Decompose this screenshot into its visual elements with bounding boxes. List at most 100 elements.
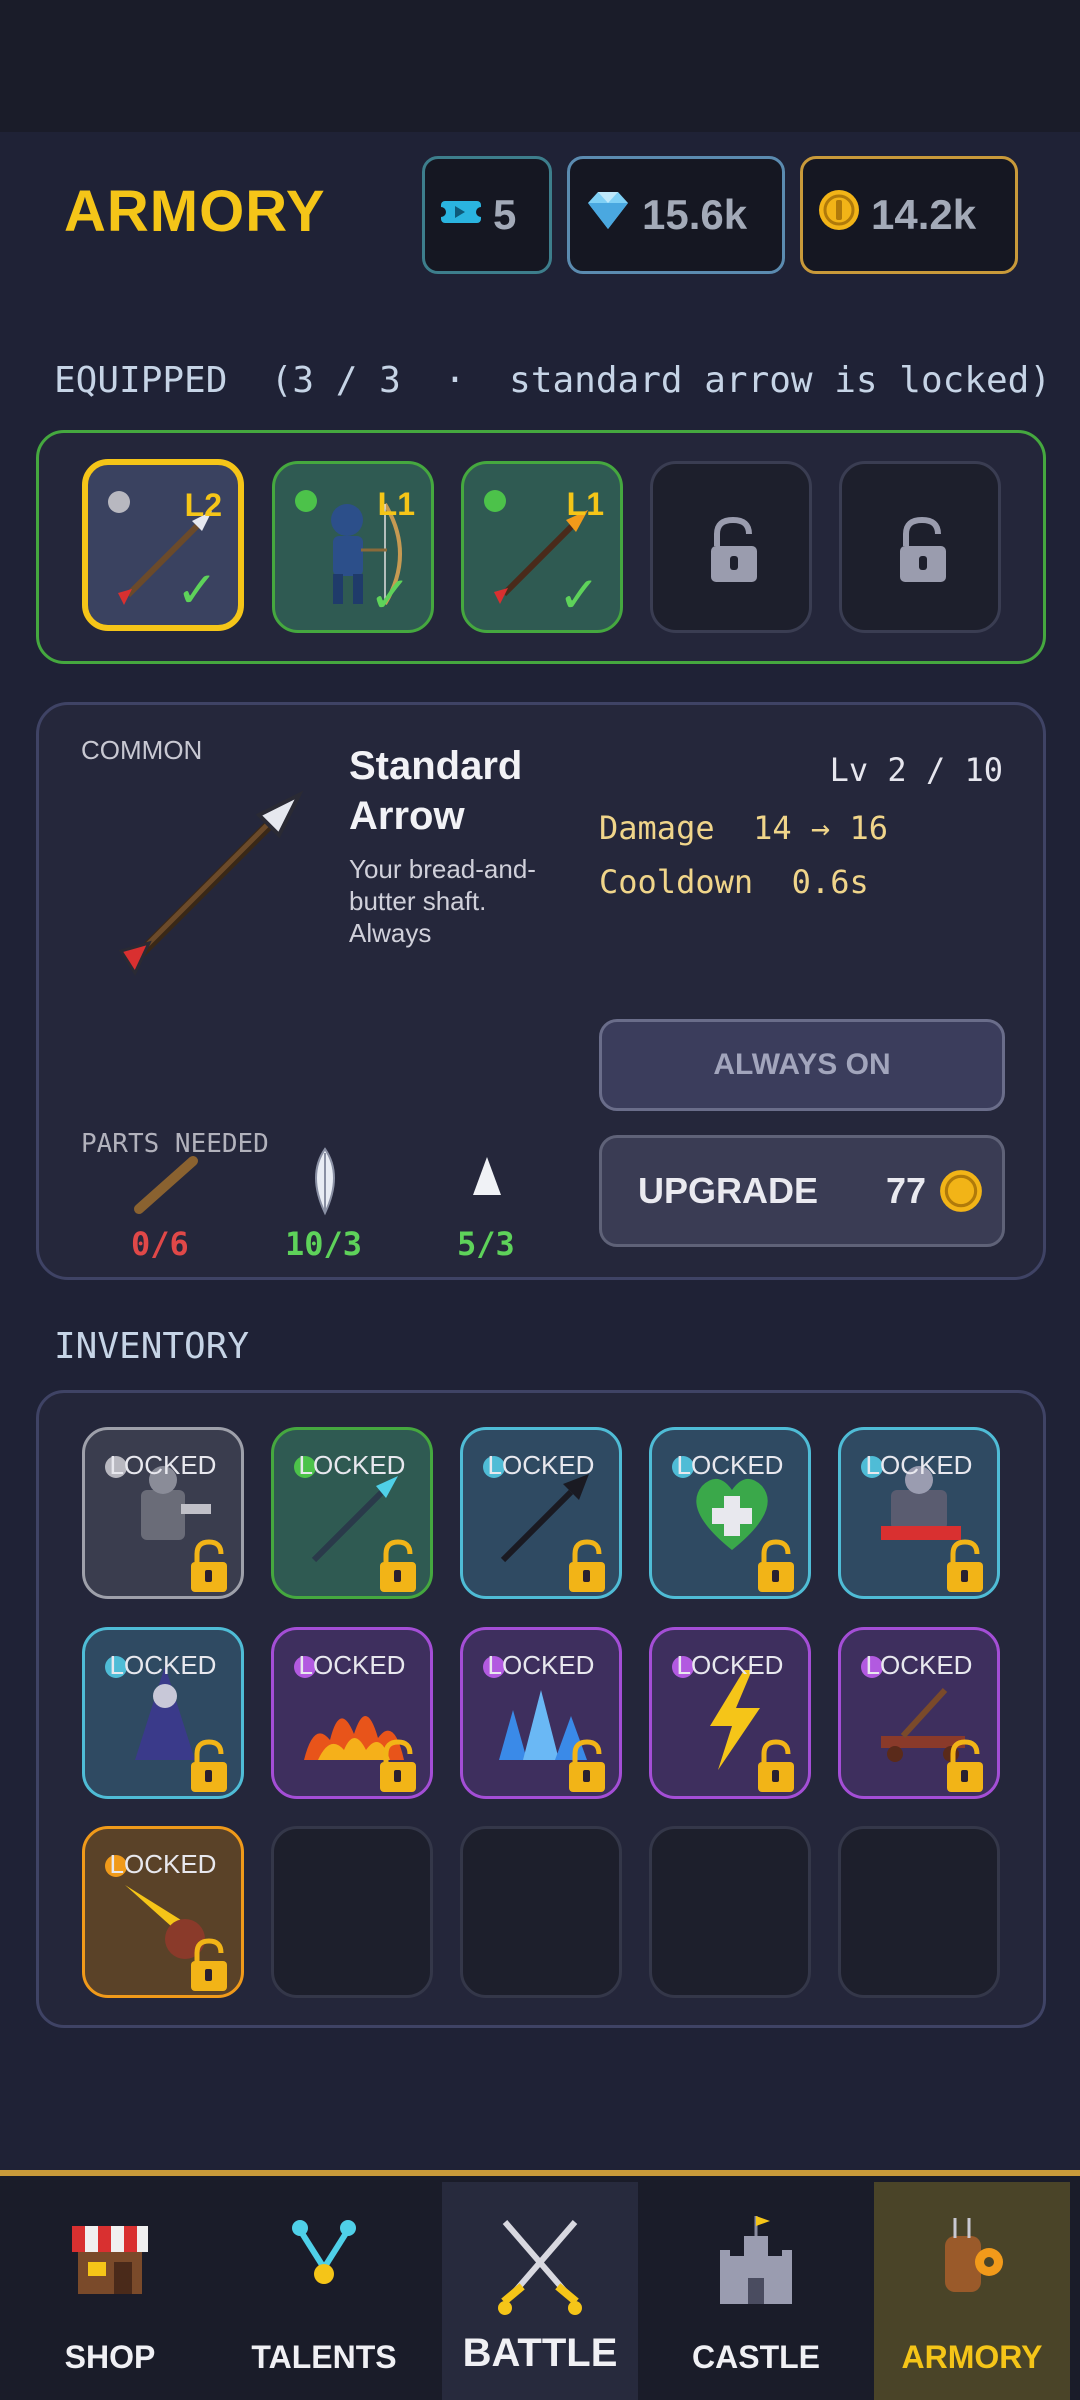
- lock-icon: [191, 1938, 227, 1991]
- gold-counter[interactable]: 14.2k: [800, 156, 1018, 274]
- castle-icon: [720, 2216, 792, 2304]
- lock-icon: [900, 516, 946, 582]
- locked-label: LOCKED: [487, 1650, 595, 1680]
- locked-label: LOCKED: [865, 1450, 973, 1480]
- upgrade-button[interactable]: UPGRADE 77: [599, 1135, 1005, 1247]
- locked-label: LOCKED: [298, 1450, 406, 1480]
- equipped-panel: L2 ✓ L1 ✓ L1 ✓: [36, 430, 1046, 664]
- lock-icon: [758, 1739, 794, 1792]
- page-title: ARMORY: [64, 179, 326, 244]
- gems-value: 15.6k: [642, 191, 748, 238]
- equipped-slot-locked-4[interactable]: [650, 461, 812, 633]
- slot-level: L2: [184, 487, 222, 523]
- armory-icon: [945, 2218, 1003, 2292]
- inventory-slot-meteor[interactable]: LOCKED: [82, 1826, 244, 1998]
- slot-level: L1: [377, 486, 415, 522]
- tickets-counter[interactable]: 5: [422, 156, 552, 274]
- slot-level: L1: [566, 486, 604, 522]
- check-icon: ✓: [558, 567, 600, 623]
- nav-shop[interactable]: SHOP: [12, 2182, 208, 2400]
- arrow-icon: [118, 790, 304, 977]
- item-name: Standard Arrow: [349, 744, 523, 838]
- inventory-slot-trident-arrow[interactable]: LOCKED: [460, 1427, 622, 1599]
- part-count-shaft: 0/6: [131, 1225, 189, 1263]
- nav-battle[interactable]: BATTLE: [442, 2182, 638, 2400]
- upgrade-label: UPGRADE: [638, 1170, 819, 1211]
- inventory-slot-fire[interactable]: LOCKED: [271, 1627, 433, 1799]
- locked-label: LOCKED: [109, 1650, 217, 1680]
- always-on-button[interactable]: ALWAYS ON: [599, 1019, 1005, 1111]
- coin-icon: [817, 188, 861, 242]
- rarity-dot: [108, 491, 130, 513]
- stat-value: 14 → 16: [753, 809, 888, 847]
- stat-value: 0.6s: [791, 863, 869, 901]
- shop-icon: [72, 2226, 148, 2294]
- nav-label: CASTLE: [692, 2339, 820, 2375]
- item-description: Your bread-and-butter shaft. Always: [349, 854, 536, 948]
- ticket-icon: [436, 191, 486, 239]
- stat-damage: Damage 14 → 16: [599, 809, 888, 847]
- lock-icon: [380, 1539, 416, 1592]
- lock-icon: [947, 1739, 983, 1792]
- gems-counter[interactable]: 15.6k: [567, 156, 785, 274]
- locked-label: LOCKED: [676, 1650, 784, 1680]
- always-on-label: ALWAYS ON: [713, 1048, 891, 1081]
- bottom-nav: SHOP TALENTS BATTLE CASTLE ARMORY: [0, 2170, 1080, 2400]
- lock-icon: [711, 516, 757, 582]
- lock-icon: [947, 1539, 983, 1592]
- stat-label: Cooldown: [599, 863, 754, 901]
- shaft-icon: [134, 1156, 198, 1214]
- inventory-slot-wizard[interactable]: LOCKED: [82, 1627, 244, 1799]
- talents-icon: [292, 2220, 356, 2284]
- nav-label: BATTLE: [462, 2331, 618, 2375]
- nav-armory[interactable]: ARMORY: [874, 2182, 1070, 2400]
- stat-label: Damage: [599, 809, 715, 847]
- tickets-value: 5: [493, 191, 517, 238]
- inventory-slot-empty: [460, 1826, 622, 1998]
- equipped-slot-archer[interactable]: L1 ✓: [272, 461, 434, 633]
- inventory-slot-knight[interactable]: LOCKED: [838, 1427, 1000, 1599]
- rarity-label: COMMON: [81, 735, 203, 765]
- rarity-dot: [295, 490, 317, 512]
- lock-icon: [569, 1739, 605, 1792]
- locked-label: LOCKED: [109, 1849, 217, 1879]
- inventory-slot-lightning[interactable]: LOCKED: [649, 1627, 811, 1799]
- inventory-panel: LOCKED LOCKED LOCKED LOCKED LOCKED LOCKED LOCK…: [36, 1390, 1046, 2028]
- lock-icon: [758, 1539, 794, 1592]
- locked-label: LOCKED: [298, 1650, 406, 1680]
- part-count-feather: 10/3: [285, 1225, 363, 1263]
- gem-icon: [584, 189, 632, 241]
- equipped-banner: EQUIPPED (3 / 3 · standard arrow is lock…: [54, 360, 1051, 401]
- lock-icon: [191, 1739, 227, 1792]
- gold-value: 14.2k: [871, 191, 977, 238]
- inventory-slot-ice-spikes[interactable]: LOCKED: [460, 1627, 622, 1799]
- equipped-slot-locked-5[interactable]: [839, 461, 1001, 633]
- inventory-slot-empty: [271, 1826, 433, 1998]
- battle-icon: [498, 2220, 582, 2315]
- inventory-slot-heal[interactable]: LOCKED: [649, 1427, 811, 1599]
- status-bar-area: [0, 0, 1080, 132]
- equipped-slot-standard-arrow[interactable]: L2 ✓: [82, 459, 244, 631]
- upgrade-cost: 77: [885, 1170, 926, 1211]
- inventory-slot-empty: [838, 1826, 1000, 1998]
- inventory-slot-gunner[interactable]: LOCKED: [82, 1427, 244, 1599]
- nav-castle[interactable]: CASTLE: [658, 2182, 854, 2400]
- lock-icon: [569, 1539, 605, 1592]
- check-icon: ✓: [176, 562, 218, 618]
- check-icon: ✓: [369, 567, 411, 623]
- inventory-title: INVENTORY: [54, 1326, 250, 1367]
- part-count-arrowhead: 5/3: [457, 1225, 515, 1263]
- coin-icon: [940, 1170, 982, 1212]
- nav-label: ARMORY: [901, 2339, 1043, 2375]
- inventory-slot-catapult[interactable]: LOCKED: [838, 1627, 1000, 1799]
- stat-cooldown: Cooldown 0.6s: [599, 863, 869, 901]
- locked-label: LOCKED: [865, 1650, 973, 1680]
- item-level: Lv 2 / 10: [829, 751, 1003, 789]
- inventory-slot-ice-arrow[interactable]: LOCKED: [271, 1427, 433, 1599]
- locked-label: LOCKED: [109, 1450, 217, 1480]
- nav-label: TALENTS: [251, 2339, 397, 2375]
- equipped-slot-fire-arrow[interactable]: L1 ✓: [461, 461, 623, 633]
- lock-icon: [191, 1539, 227, 1592]
- locked-label: LOCKED: [676, 1450, 784, 1480]
- nav-talents[interactable]: TALENTS: [226, 2182, 422, 2400]
